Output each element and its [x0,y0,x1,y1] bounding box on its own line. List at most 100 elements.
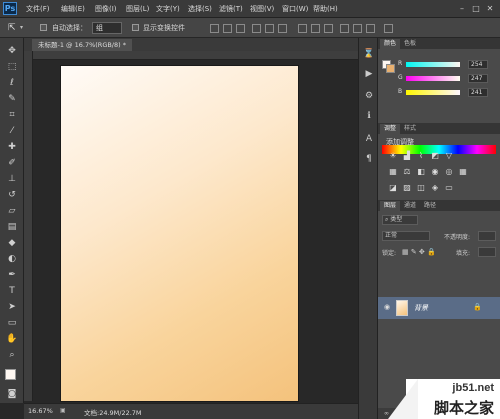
fill-field[interactable] [478,247,496,257]
align-middle-icon[interactable] [223,24,232,33]
path-select-tool-icon[interactable]: ➤ [3,300,21,315]
paragraph-icon[interactable]: ¶ [363,153,375,165]
minimize-icon[interactable]: – [456,3,468,14]
clone-stamp-tool-icon[interactable]: ⊥ [3,172,21,187]
quick-mask-icon[interactable]: ◙ [3,387,21,402]
photo-filter-icon[interactable]: ◉ [430,167,440,177]
menu-layer[interactable]: 图层(L) [126,4,149,14]
layer-row-background[interactable]: ◉ 背景 🔒 [378,297,500,319]
actions-icon[interactable]: ▶ [363,68,375,80]
menu-file[interactable]: 文件(F) [26,4,50,14]
show-transform-checkbox[interactable] [132,24,139,31]
align-right-icon[interactable] [278,24,287,33]
tab-color[interactable]: 颜色 [380,39,401,49]
posterize-icon[interactable]: ▨ [402,183,412,193]
tab-swatches[interactable]: 色板 [400,39,420,49]
tab-paths[interactable]: 路径 [420,201,440,211]
menu-help[interactable]: 帮助(H) [313,4,338,14]
blue-slider[interactable] [406,90,460,95]
gradient-map-icon[interactable]: ▭ [444,183,454,193]
healing-brush-tool-icon[interactable]: ✚ [3,140,21,155]
chevron-down-icon[interactable]: ▾ [20,24,23,31]
zoom-level[interactable]: 16.67% [28,407,56,417]
marquee-tool-icon[interactable]: ⬚ [3,60,21,75]
close-icon[interactable]: ✕ [484,3,496,14]
color-balance-icon[interactable]: ⚖ [402,167,412,177]
menu-edit[interactable]: 编辑(E) [61,4,85,14]
menu-image[interactable]: 图像(I) [95,4,117,14]
eraser-tool-icon[interactable]: ▱ [3,204,21,219]
move-tool-icon[interactable]: ✥ [3,44,21,59]
menu-select[interactable]: 选择(S) [188,4,212,14]
layer-filter-dropdown[interactable]: ⌕ 类型 [382,215,418,225]
type-tool-icon[interactable]: T [3,284,21,299]
lock-icon[interactable]: 🔒 [473,303,482,311]
tab-styles[interactable]: 样式 [400,124,420,134]
info-icon[interactable]: ℹ [363,110,375,122]
invert-icon[interactable]: ◪ [388,183,398,193]
menu-view[interactable]: 视图(V) [250,4,274,14]
menu-type[interactable]: 文字(Y) [156,4,180,14]
lock-pixels-icon[interactable]: ▦ ✎ ✥ 🔒 [402,248,436,259]
foreground-color-swatch[interactable] [5,369,16,380]
green-slider[interactable] [406,76,460,81]
threshold-icon[interactable]: ◫ [416,183,426,193]
tab-adjustments[interactable]: 调整 [380,124,401,134]
menu-filter[interactable]: 滤镜(T) [219,4,243,14]
color-lookup-icon[interactable]: ▦ [458,167,468,177]
character-icon[interactable]: A [363,133,375,145]
document-tab[interactable]: 未标题-1 @ 16.7%(RGB/8) * [32,39,132,51]
hue-saturation-icon[interactable]: ▦ [388,167,398,177]
levels-icon[interactable]: ▟ [402,151,412,161]
crop-tool-icon[interactable]: ⌗ [3,108,21,123]
channel-mixer-icon[interactable]: ◎ [444,167,454,177]
restore-icon[interactable]: □ [470,3,482,14]
red-slider[interactable] [406,62,460,67]
move-tool-icon[interactable]: ⇱ [8,23,16,33]
layer-name[interactable]: 背景 [414,303,428,313]
tab-channels[interactable]: 通道 [400,201,420,211]
auto-select-checkbox[interactable] [40,24,47,31]
distribute-top-icon[interactable] [298,24,307,33]
align-left-icon[interactable] [252,24,261,33]
green-value[interactable]: 247 [468,74,488,83]
distribute-left-icon[interactable] [340,24,349,33]
distribute-center-icon[interactable] [353,24,362,33]
gradient-tool-icon[interactable]: ▤ [3,220,21,235]
menu-window[interactable]: 窗口(W) [282,4,308,14]
dodge-tool-icon[interactable]: ◐ [3,252,21,267]
blur-tool-icon[interactable]: ◆ [3,236,21,251]
black-white-icon[interactable]: ◧ [416,167,426,177]
distribute-middle-icon[interactable] [311,24,320,33]
distribute-bottom-icon[interactable] [324,24,333,33]
status-icon[interactable]: ▣ [60,407,66,414]
eyedropper-tool-icon[interactable]: ⁄ [3,124,21,139]
auto-align-icon[interactable] [384,24,393,33]
history-icon[interactable]: ⌛ [363,48,375,60]
selective-color-icon[interactable]: ◈ [430,183,440,193]
curves-icon[interactable]: ⌇ [416,151,426,161]
opacity-field[interactable] [478,231,496,241]
quick-select-tool-icon[interactable]: ✎ [3,92,21,107]
history-brush-tool-icon[interactable]: ↺ [3,188,21,203]
red-value[interactable]: 254 [468,60,488,69]
vibrance-icon[interactable]: ▽ [444,151,454,161]
properties-icon[interactable]: ⚙ [363,90,375,102]
auto-select-dropdown[interactable]: 组 [92,22,122,34]
align-center-icon[interactable] [265,24,274,33]
eye-icon[interactable]: ◉ [384,303,390,311]
pen-tool-icon[interactable]: ✒ [3,268,21,283]
align-bottom-icon[interactable] [236,24,245,33]
blue-value[interactable]: 241 [468,88,488,97]
align-top-icon[interactable] [210,24,219,33]
blend-mode-dropdown[interactable]: 正常 [382,231,430,241]
lasso-tool-icon[interactable]: ℓ [3,76,21,91]
distribute-right-icon[interactable] [366,24,375,33]
hand-tool-icon[interactable]: ✋ [3,332,21,347]
brush-tool-icon[interactable]: ✐ [3,156,21,171]
shape-tool-icon[interactable]: ▭ [3,316,21,331]
document-size-info[interactable]: 文档:24.9M/22.7M [84,407,174,417]
zoom-tool-icon[interactable]: ⌕ [3,348,21,363]
tab-layers[interactable]: 图层 [380,201,401,211]
brightness-icon[interactable]: ☀ [388,151,398,161]
